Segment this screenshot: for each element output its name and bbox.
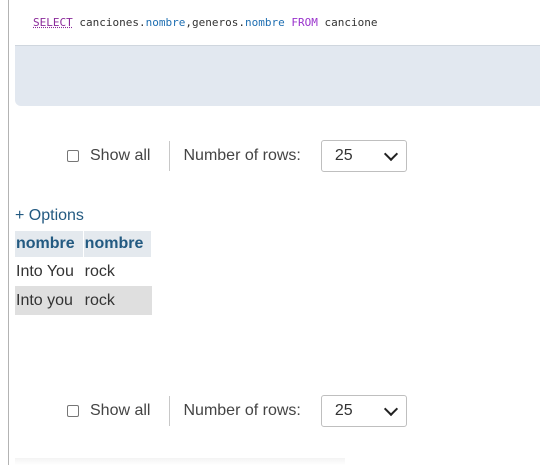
table-header-row: nombre nombre [15, 231, 153, 257]
options-toggle-link[interactable]: + Options [15, 207, 84, 225]
nav-divider [169, 141, 171, 171]
column-header[interactable]: nombre [83, 231, 153, 257]
show-all-checkbox[interactable] [67, 405, 79, 417]
rows-select-value: 25 [334, 402, 353, 419]
sql-keyword-from: FROM [291, 16, 318, 29]
column-header[interactable]: nombre [15, 231, 84, 257]
table-cell[interactable]: Into You [15, 257, 84, 286]
table-row[interactable]: Into You rock [15, 257, 152, 286]
sql-query-box: SELECT canciones.nombre,generos.nombre F… [15, 0, 540, 106]
results-table: nombre nombre Into You rock Into you roc… [15, 231, 153, 315]
nav-divider [169, 396, 171, 426]
table-cell[interactable]: rock [83, 257, 152, 286]
chevron-down-icon [383, 146, 398, 161]
table-cell[interactable]: Into you [15, 286, 84, 315]
chevron-down-icon [383, 401, 398, 416]
navigation-bar-top: Show all Number of rows: 25 [67, 139, 407, 173]
sql-text: canciones. [72, 16, 146, 29]
show-all-checkbox[interactable] [67, 150, 79, 162]
show-all-label[interactable]: Show all [90, 147, 150, 165]
number-of-rows-select[interactable]: 25 [320, 395, 407, 427]
query-results-page: SELECT canciones.nombre,generos.nombre F… [0, 0, 540, 465]
sql-keyword-select[interactable]: SELECT [33, 16, 73, 29]
sql-column: nombre [244, 16, 285, 29]
sql-query-text[interactable]: SELECT canciones.nombre,generos.nombre F… [15, 0, 540, 46]
show-all-label[interactable]: Show all [90, 402, 150, 420]
navigation-bar-bottom: Show all Number of rows: 25 [67, 394, 407, 428]
left-divider [8, 0, 9, 465]
sql-text: cancione [317, 16, 378, 29]
number-of-rows-label: Number of rows: [183, 402, 301, 419]
number-of-rows-label: Number of rows: [183, 147, 301, 164]
sql-text: ,generos. [185, 16, 245, 29]
section-divider [15, 458, 345, 465]
table-cell[interactable]: rock [83, 286, 152, 315]
sql-column: nombre [145, 16, 186, 29]
table-row[interactable]: Into you rock [15, 286, 152, 315]
rows-select-value: 25 [334, 147, 353, 164]
number-of-rows-select[interactable]: 25 [320, 140, 407, 172]
